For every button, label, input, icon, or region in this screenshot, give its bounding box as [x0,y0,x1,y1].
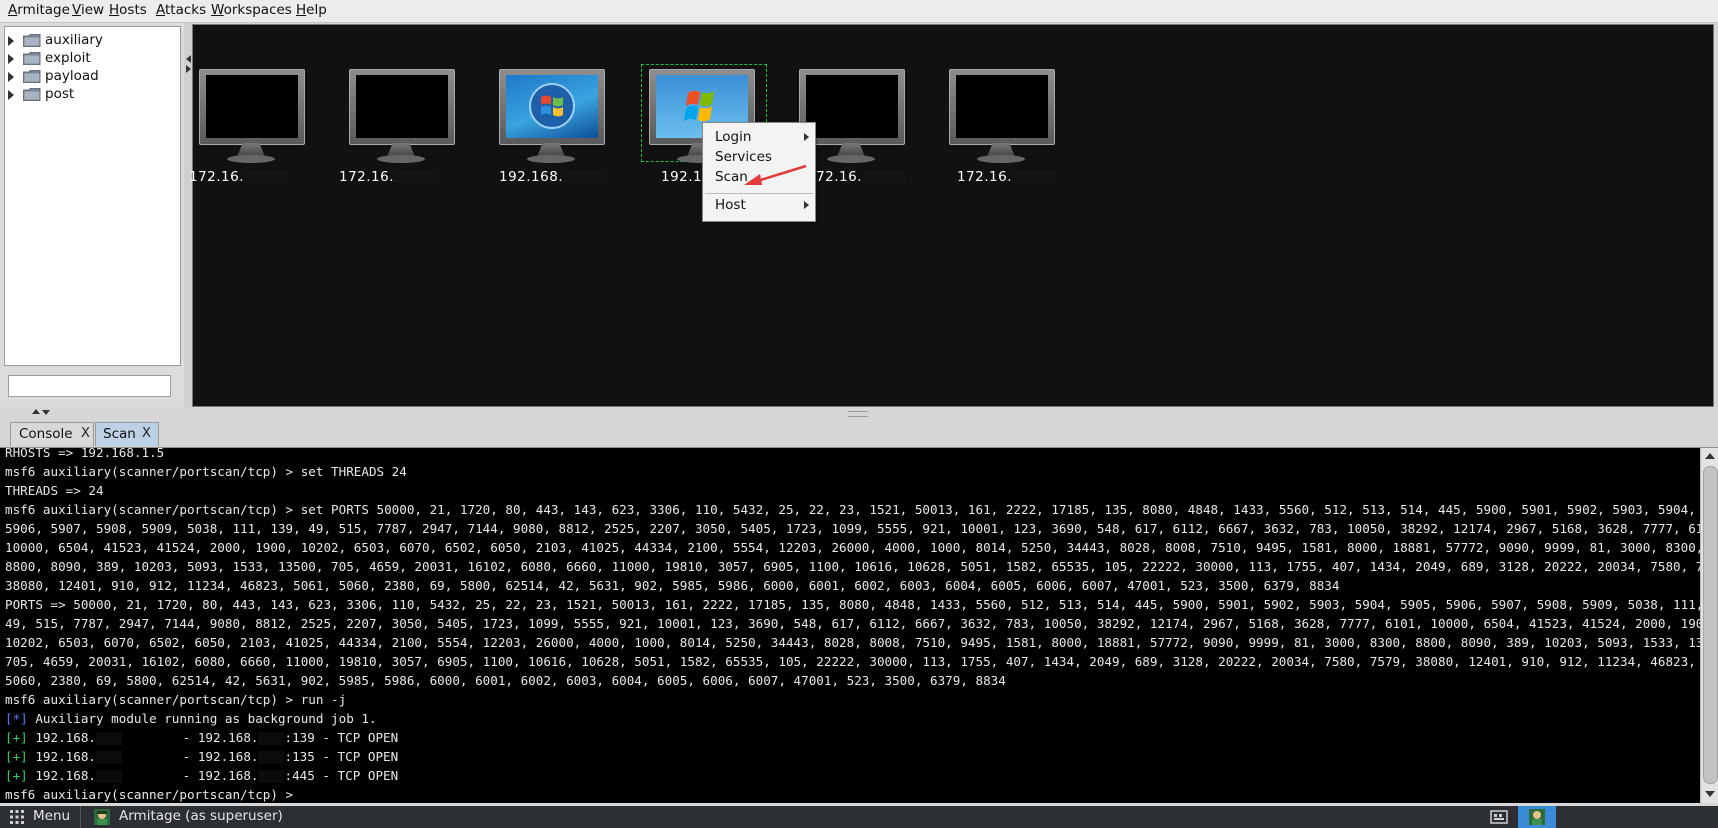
armitage-app-icon [94,809,110,825]
menu-view[interactable]: View [72,0,104,22]
expand-arrow-icon[interactable] [8,54,14,64]
taskbar-menu-button[interactable]: Menu [33,808,70,824]
targets-view: 172.16. 172.16. 192.168. 192.16 172.16. … [189,24,1714,407]
console-line: msf6 auxiliary(scanner/portscan/tcp) > s… [5,502,1700,517]
host-label: 172.16. [189,169,313,185]
monitor-icon [499,69,605,145]
menu-separator [705,193,813,194]
blank-screen-icon [956,75,1048,138]
console-line: msf6 auxiliary(scanner/portscan/tcp) > r… [5,692,347,707]
blank-screen-icon [806,75,898,138]
console-line: RHOSTS => 192.168.1.5 [5,448,165,460]
tab-bar: Console X Scan X [0,421,1718,449]
console-result-line: [+] 192.168. - 192.168.:135 - TCP OPEN [5,749,399,764]
host-label: 172.16. [807,169,931,185]
close-tab-icon[interactable]: X [142,423,151,445]
menu-help[interactable]: Help [296,0,327,22]
monitor-icon [199,69,305,145]
host-node[interactable]: 192.168. [483,69,613,189]
tree-item-auxiliary[interactable]: auxiliary [5,31,175,51]
tree-item-label: payload [45,68,99,84]
monitor-icon [349,69,455,145]
annotation-arrow-icon [744,164,807,185]
expand-arrow-icon[interactable] [8,36,14,46]
host-label: 192.168. [499,169,623,185]
host-label: 172.16. [339,169,463,185]
menu-workspaces[interactable]: Workspaces [211,0,292,22]
tab-console[interactable]: Console X [10,422,94,446]
tab-label: Scan [103,426,136,442]
module-browser: auxiliary exploit payload post [0,23,184,407]
armitage-tray-icon [1529,809,1545,825]
tree-item-label: auxiliary [45,32,103,48]
module-tree: auxiliary exploit payload post [4,26,181,366]
collapse-left-icon[interactable] [186,55,191,63]
tree-item-post[interactable]: post [5,85,175,105]
console-line: THREADS => 24 [5,483,104,498]
console-line: msf6 auxiliary(scanner/portscan/tcp) > s… [5,464,407,479]
scroll-up-icon[interactable] [1705,452,1715,460]
console-output[interactable]: RHOSTS => 192.168.1.5 msf6 auxiliary(sca… [0,448,1700,803]
apps-grid-icon[interactable] [10,810,24,824]
scroll-thumb[interactable] [1703,466,1718,784]
scroll-down-icon[interactable] [1705,790,1715,798]
host-node[interactable]: 172.16. [333,69,463,189]
folder-icon [23,88,41,101]
submenu-arrow-icon [804,133,809,141]
host-label: 172.16. [957,169,1081,185]
redacted-block [862,171,907,183]
monitor-icon [949,69,1055,145]
console-line: 5060, 2380, 69, 5800, 62514, 42, 5631, 9… [5,673,1006,688]
blank-screen-icon [356,75,448,138]
expand-arrow-icon[interactable] [8,90,14,100]
redacted-block [563,171,608,183]
submenu-arrow-icon [804,201,809,209]
module-search-input[interactable] [8,375,171,397]
redacted-block [394,171,439,183]
redacted-block [244,171,289,183]
tree-item-payload[interactable]: payload [5,67,175,87]
host-node[interactable]: 172.16. [183,69,313,189]
collapse-arrows-icon[interactable] [30,408,52,416]
taskbar-window-armitage[interactable]: Armitage (as superuser) [119,808,283,824]
close-tab-icon[interactable]: X [81,423,90,445]
console-line: [*] Auxiliary module running as backgrou… [5,711,377,726]
menu-attacks[interactable]: Attacks [156,0,206,22]
console-prompt[interactable]: msf6 auxiliary(scanner/portscan/tcp) > [5,785,293,803]
folder-icon [23,70,41,83]
folder-icon [23,34,41,47]
console-line: 10000, 6504, 41523, 41524, 2000, 1900, 1… [5,540,1700,555]
keyboard-layout-icon[interactable] [1490,809,1508,825]
horizontal-splitter[interactable] [0,407,1718,421]
console-line: 49, 515, 7787, 2947, 7144, 9080, 8812, 2… [5,616,1700,631]
tab-label: Console [19,426,73,442]
tab-scan[interactable]: Scan X [95,422,159,446]
console-line: 705, 4659, 20031, 16102, 6080, 6660, 110… [5,654,1700,669]
menu-hosts[interactable]: Hosts [109,0,147,22]
windows7-logo-icon [506,75,598,138]
active-tray-item[interactable] [1518,806,1556,828]
menu-armitage[interactable]: Armitage [8,0,70,22]
grip-icon[interactable] [848,411,868,417]
redacted-block [1012,171,1057,183]
tree-item-label: post [45,86,75,102]
console-line: PORTS => 50000, 21, 1720, 80, 443, 143, … [5,597,1700,612]
menu-item-login[interactable]: Login [715,127,751,147]
tree-item-label: exploit [45,50,91,66]
console-line: 8800, 8090, 389, 10203, 5093, 1533, 1350… [5,559,1700,574]
tree-item-exploit[interactable]: exploit [5,49,175,69]
menu-bar: Armitage View Hosts Attacks Workspaces H… [0,0,1718,23]
taskbar: Menu Armitage (as superuser) [0,806,1718,828]
console-line: 5906, 5907, 5908, 5909, 5038, 111, 139, … [5,521,1700,536]
folder-icon [23,52,41,65]
host-node[interactable]: 172.16. [933,69,1063,189]
expand-arrow-icon[interactable] [8,72,14,82]
blank-screen-icon [206,75,298,138]
console-scrollbar[interactable] [1700,448,1718,803]
console-line: 10202, 6503, 6070, 6502, 6050, 2103, 410… [5,635,1700,650]
console-line: 38080, 12401, 910, 912, 11234, 46823, 50… [5,578,1340,593]
console-result-line: [+] 192.168. - 192.168.:445 - TCP OPEN [5,768,399,783]
menu-item-host[interactable]: Host [715,195,746,215]
console-result-line: [+] 192.168. - 192.168.:139 - TCP OPEN [5,730,399,745]
